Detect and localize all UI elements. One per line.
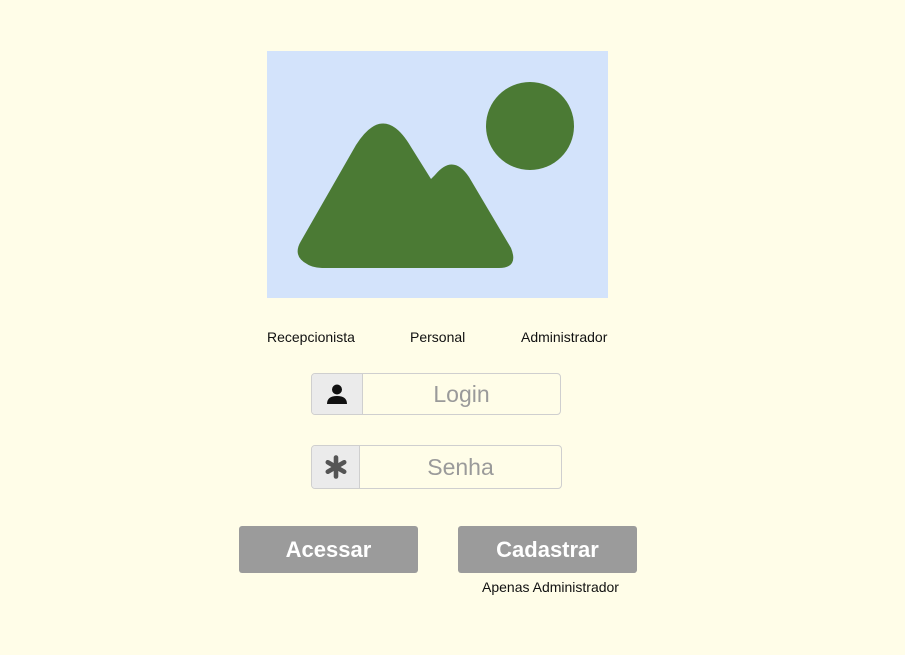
password-field [311,445,562,489]
asterisk-icon [312,446,360,488]
cadastrar-note: Apenas Administrador [482,579,619,595]
cadastrar-button[interactable]: Cadastrar [458,526,637,573]
image-placeholder-icon [297,82,574,268]
login-field [311,373,561,415]
user-icon [312,374,363,414]
login-input[interactable] [363,374,560,414]
logo-image [267,51,608,298]
role-option-administrador[interactable]: Administrador [521,329,607,345]
role-option-personal[interactable]: Personal [410,329,465,345]
acessar-button[interactable]: Acessar [239,526,418,573]
role-option-recepcionista[interactable]: Recepcionista [267,329,355,345]
password-input[interactable] [360,446,561,488]
